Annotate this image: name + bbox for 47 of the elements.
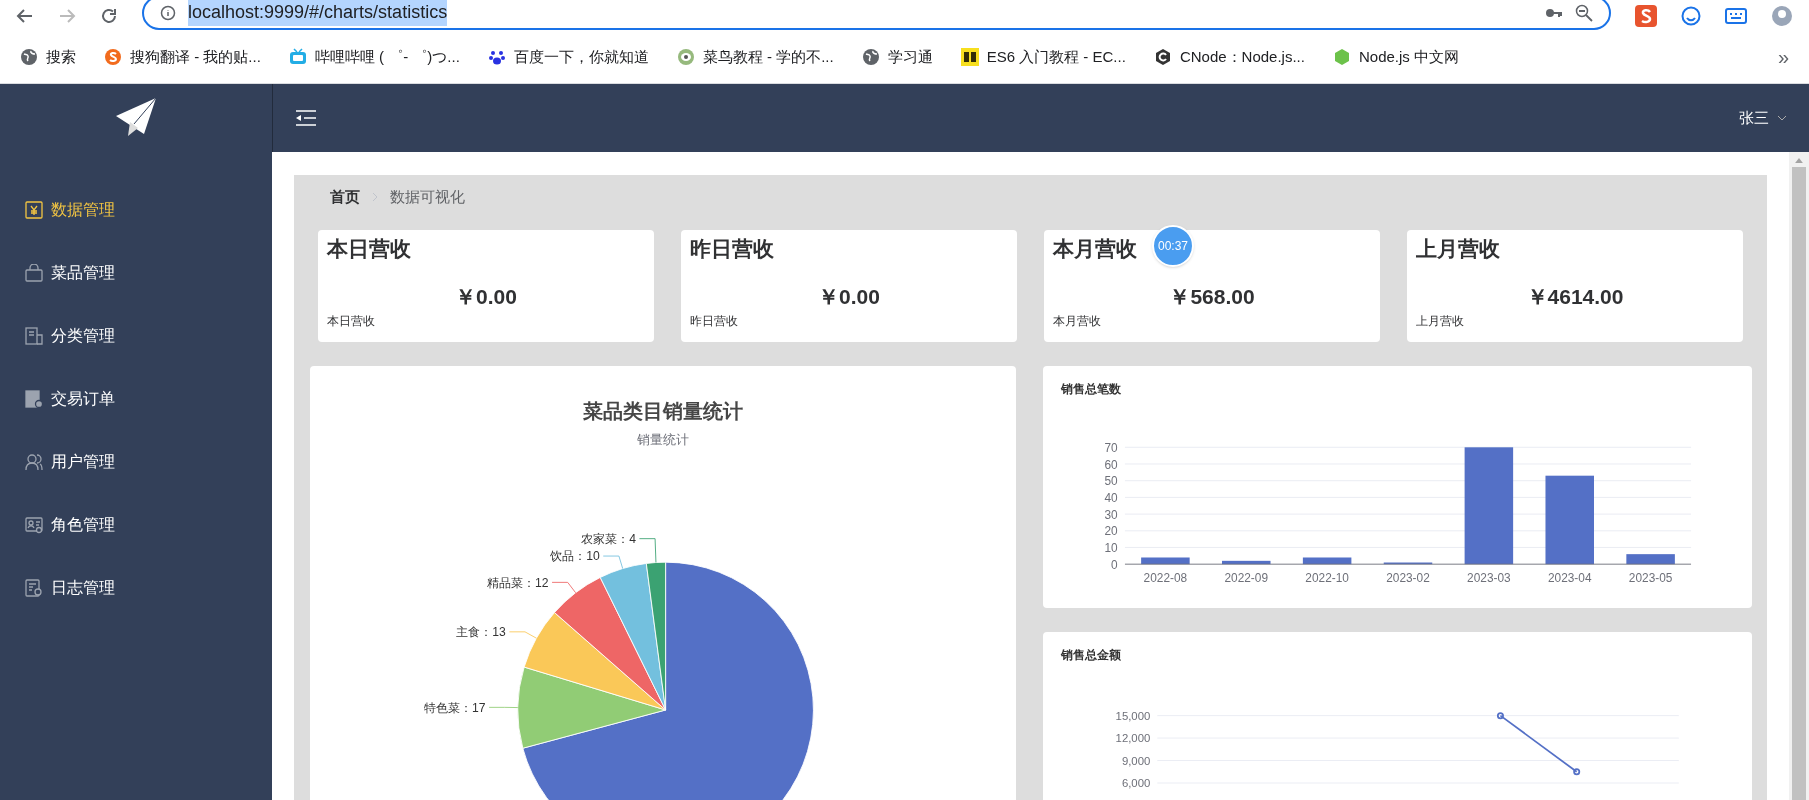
axis-tick-label: 10 xyxy=(1104,541,1118,556)
axis-tick-label: 9,000 xyxy=(1121,754,1151,767)
card-title: 昨日营收 xyxy=(690,236,774,262)
card-title: 上月营收 xyxy=(1416,236,1500,262)
axis-tick-label: 50 xyxy=(1104,474,1118,489)
card-caption: 昨日营收 xyxy=(690,313,739,330)
card-amount: ￥0.00 xyxy=(818,283,880,310)
url-text: localhost:9999/#/charts/statistics xyxy=(188,0,448,26)
slice-label: 主食：13 xyxy=(456,624,537,639)
axis-tick-label: 30 xyxy=(1104,507,1118,522)
axis-tick-label: 60 xyxy=(1104,457,1118,472)
data-label: 精品菜：12 xyxy=(487,575,549,590)
axis-tick-label: 15,000 xyxy=(1115,710,1151,722)
chart-title: 销售总金额 xyxy=(1061,647,1121,664)
axis-tick-label: 20 xyxy=(1104,524,1118,539)
axis-tick-label: 2023-04 xyxy=(1547,571,1592,586)
axis-tick-label: 2023-03 xyxy=(1467,571,1511,586)
card-caption: 本日营收 xyxy=(327,313,376,330)
slice-label: 饮品：10 xyxy=(550,548,624,569)
card-amount: ￥4614.00 xyxy=(1526,283,1624,310)
chart-title: 销售总笔数 xyxy=(1061,381,1121,398)
timer-badge: 00:37 xyxy=(1152,225,1194,267)
data-label: 主食：13 xyxy=(456,624,507,639)
chart-subtitle: 销量统计 xyxy=(637,431,689,449)
axis-tick-label: 2022-10 xyxy=(1305,571,1349,586)
axis-tick-label: 2022-08 xyxy=(1143,571,1188,586)
axis-tick-label: 0 xyxy=(1111,557,1118,572)
axis-tick-label: 6,000 xyxy=(1121,777,1151,790)
axis-tick-label: 70 xyxy=(1104,440,1118,455)
axis-tick-label: 12,000 xyxy=(1115,732,1151,745)
breadcrumb-current: 数据可视化 xyxy=(390,186,465,207)
axis-tick-label: 2022-09 xyxy=(1224,571,1269,586)
card-caption: 上月营收 xyxy=(1416,313,1465,330)
axis-tick-label: 40 xyxy=(1104,490,1118,505)
card-amount: ￥0.00 xyxy=(455,283,517,310)
card-title: 本日营收 xyxy=(327,236,411,262)
slice-label: 精品菜：12 xyxy=(487,575,577,593)
card-amount: ￥568.00 xyxy=(1169,283,1255,310)
axis-tick-label: 2023-02 xyxy=(1386,571,1430,586)
data-label: 饮品：10 xyxy=(549,548,601,563)
data-label: 农家菜：4 xyxy=(581,531,637,546)
data-label: 特色菜：17 xyxy=(424,700,486,715)
card-title: 本月营收 xyxy=(1053,236,1137,262)
slice-label: 特色菜：17 xyxy=(424,700,519,715)
axis-tick-label: 2023-05 xyxy=(1628,571,1673,586)
card-caption: 本月营收 xyxy=(1053,313,1102,330)
chart-title: 菜品类目销量统计 xyxy=(583,399,743,424)
